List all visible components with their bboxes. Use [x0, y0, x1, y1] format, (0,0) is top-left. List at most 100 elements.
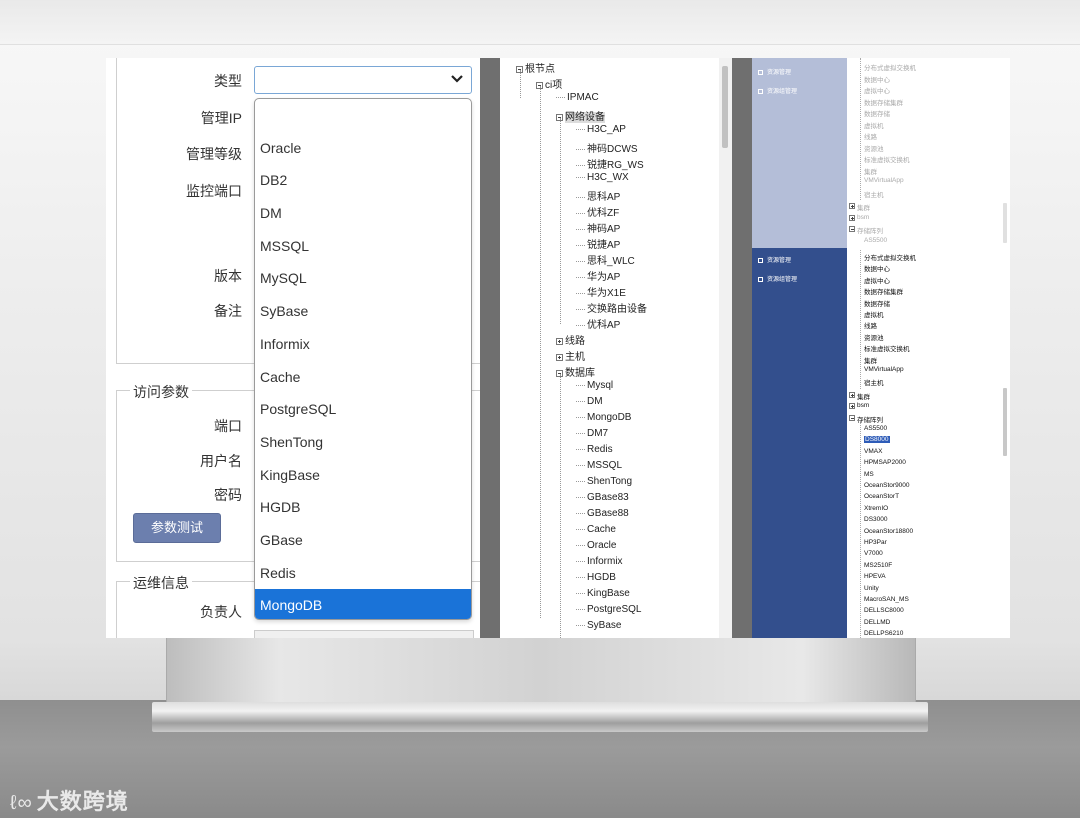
resource-type-item[interactable]: 集群: [864, 355, 877, 365]
tree-node-db[interactable]: Oracle: [576, 540, 616, 551]
type-option[interactable]: MSSQL: [255, 230, 471, 263]
type-option[interactable]: MySQL: [255, 262, 471, 295]
storage-array-item[interactable]: HP3Par: [864, 539, 887, 546]
storage-array-item[interactable]: MS: [864, 471, 874, 478]
storage-array-item[interactable]: DS8000: [864, 436, 890, 444]
tree-node-db[interactable]: Mysql: [576, 380, 613, 391]
tree-scrollbar-thumb[interactable]: [722, 66, 728, 148]
tree-node-device[interactable]: 锐捷AP: [576, 236, 620, 251]
faded-tree-item[interactable]: 虚拟机: [864, 120, 884, 130]
expand-icon[interactable]: [556, 353, 563, 361]
tree-node-device[interactable]: 优科AP: [576, 316, 620, 331]
faded-tree-group[interactable]: 集群: [857, 202, 870, 212]
tree-node-device[interactable]: 神码DCWS: [576, 140, 638, 155]
resource-type-item[interactable]: 虚拟机: [864, 309, 884, 319]
type-option[interactable]: Redis: [255, 557, 471, 590]
tree-node-device[interactable]: 神码AP: [576, 220, 620, 235]
faded-tree-item[interactable]: 集群: [864, 166, 877, 176]
storage-array-item[interactable]: OceanStorT: [864, 493, 899, 500]
tree-node-db[interactable]: SyBase: [576, 620, 621, 631]
storage-tree-scrollbar-thumb[interactable]: [1003, 388, 1007, 456]
tree-node-db[interactable]: Redis: [576, 444, 613, 455]
expand-icon[interactable]: [849, 391, 855, 398]
storage-array-item[interactable]: DELLSC8000: [864, 607, 904, 614]
collapse-icon[interactable]: [849, 414, 855, 421]
tree-node-db[interactable]: PostgreSQL: [576, 604, 641, 615]
resource-type-item[interactable]: 标准虚拟交换机: [864, 343, 910, 353]
faded-tree-item[interactable]: 数据存储集群: [864, 97, 903, 107]
type-option[interactable]: MongoDB: [255, 589, 471, 619]
type-dropdown-list[interactable]: Oracle DB2 DM MSSQL MySQL SyBase Informix Cache…: [254, 98, 472, 620]
tree-node-network[interactable]: 网络设备: [556, 108, 605, 123]
storage-array-item[interactable]: AS5500: [864, 425, 887, 432]
resource-type-item[interactable]: 分布式虚拟交换机: [864, 252, 916, 262]
storage-array-item[interactable]: DS3000: [864, 516, 888, 523]
faded-scrollbar-thumb[interactable]: [1003, 203, 1007, 243]
storage-array-item[interactable]: OceanStor18800: [864, 528, 913, 535]
collapse-icon[interactable]: [849, 226, 855, 232]
faded-tree-item[interactable]: VMVirtualApp: [864, 177, 904, 184]
type-option[interactable]: Cache: [255, 361, 471, 394]
nav-resource-mgmt-faded[interactable]: 资源管理: [758, 67, 791, 76]
resource-type-item[interactable]: VMVirtualApp: [864, 366, 904, 373]
storage-array-item[interactable]: DELLMD: [864, 619, 890, 626]
tree-node-device[interactable]: 锐捷RG_WS: [576, 156, 644, 171]
faded-tree-item[interactable]: AS5500: [864, 237, 887, 244]
expand-icon[interactable]: [849, 214, 855, 221]
resource-type-item[interactable]: 虚拟中心: [864, 275, 890, 285]
storage-array-item[interactable]: VMAX: [864, 448, 882, 455]
param-test-button[interactable]: 参数测试: [133, 513, 221, 543]
tree-node-db[interactable]: DM7: [576, 428, 608, 439]
tree-node-host[interactable]: 主机: [556, 348, 585, 363]
storage-array-item[interactable]: HPEVA: [864, 573, 886, 580]
tree-node-ipmac[interactable]: IPMAC: [556, 92, 599, 103]
resource-type-item[interactable]: 宿主机: [864, 377, 884, 387]
tree-node-line[interactable]: 线路: [556, 332, 585, 347]
tree-node-device[interactable]: 思科AP: [576, 188, 620, 203]
storage-array-item[interactable]: DELLPS6210: [864, 630, 903, 637]
faded-tree-item[interactable]: 分布式虚拟交换机: [864, 62, 916, 72]
type-option[interactable]: Oracle: [255, 132, 471, 165]
nav-resource-mgmt[interactable]: 资源管理: [758, 255, 791, 264]
type-option[interactable]: PostgreSQL: [255, 393, 471, 426]
tree-node-device[interactable]: 交换路由设备: [576, 300, 647, 315]
nav-resource-group-faded[interactable]: 资源组管理: [758, 86, 797, 95]
storage-array-item[interactable]: V7000: [864, 550, 883, 557]
tree-node-device[interactable]: 思科_WLC: [576, 252, 635, 267]
resource-group[interactable]: 集群: [857, 391, 870, 401]
type-option[interactable]: SyBase: [255, 295, 471, 328]
tree-node-db[interactable]: DM: [576, 396, 603, 407]
tree-node-device[interactable]: H3C_WX: [576, 172, 629, 183]
tree-node-device[interactable]: 华为X1E: [576, 284, 626, 299]
faded-tree-item[interactable]: 标准虚拟交换机: [864, 154, 910, 164]
type-option[interactable]: ShenTong: [255, 426, 471, 459]
storage-array-item[interactable]: Unity: [864, 585, 879, 592]
type-option[interactable]: KingBase: [255, 459, 471, 492]
storage-array-item[interactable]: MS2510F: [864, 562, 892, 569]
tree-node-device[interactable]: 优科ZF: [576, 204, 619, 219]
resource-type-item[interactable]: 数据存储集群: [864, 286, 903, 296]
tree-node-db[interactable]: KingBase: [576, 588, 630, 599]
expand-icon[interactable]: [849, 403, 855, 410]
storage-array-item[interactable]: OceanStor9000: [864, 482, 910, 489]
faded-tree-item[interactable]: 虚拟中心: [864, 85, 890, 95]
tree-node-device[interactable]: 华为AP: [576, 268, 620, 283]
resource-type-item[interactable]: 资源池: [864, 332, 884, 342]
type-option[interactable]: HGDB: [255, 491, 471, 524]
resource-type-item[interactable]: 线路: [864, 320, 877, 330]
tree-node-db[interactable]: GBase83: [576, 492, 629, 503]
storage-array-item[interactable]: HPMSAP2000: [864, 459, 906, 466]
next-field-input[interactable]: [254, 630, 474, 638]
tree-node-database[interactable]: 数据库: [556, 364, 595, 379]
faded-tree-item[interactable]: 宿主机: [864, 189, 884, 199]
faded-tree-item[interactable]: 线路: [864, 131, 877, 141]
tree-node-db[interactable]: GBase88: [576, 508, 629, 519]
resource-type-item[interactable]: 数据存储: [864, 298, 890, 308]
type-option[interactable]: DB2: [255, 164, 471, 197]
expand-icon[interactable]: [556, 337, 563, 345]
tree-node-db[interactable]: Informix: [576, 556, 623, 567]
tree-node-db[interactable]: HGDB: [576, 572, 616, 583]
faded-tree-item[interactable]: 数据存储: [864, 108, 890, 118]
tree-scrollbar[interactable]: [719, 58, 732, 638]
storage-array-item[interactable]: MacroSAN_MS: [864, 596, 909, 603]
